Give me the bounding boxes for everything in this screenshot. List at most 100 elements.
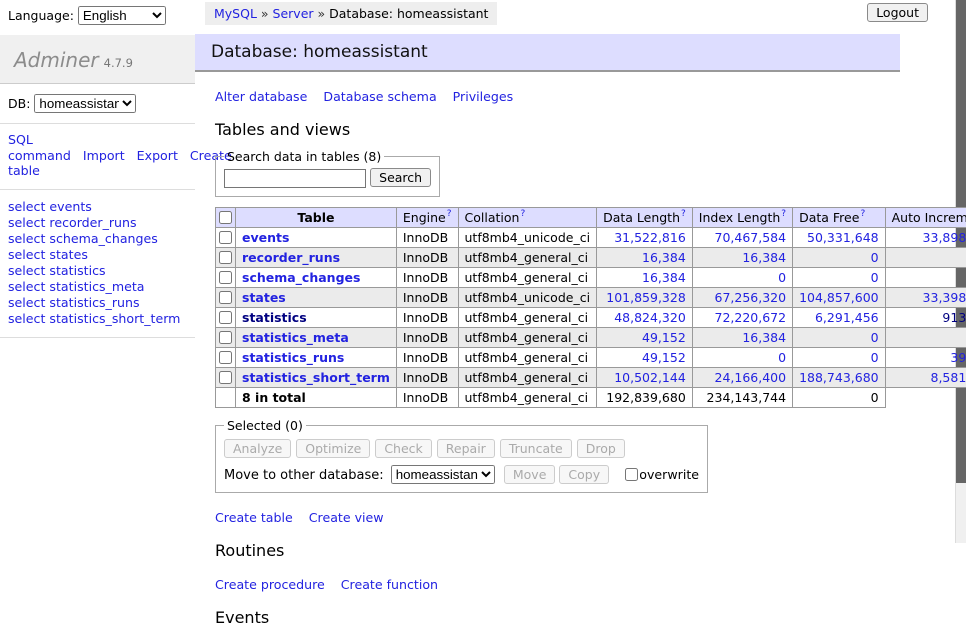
create-link[interactable]: Create table bbox=[215, 510, 293, 525]
db-select[interactable]: homeassistant bbox=[34, 94, 136, 113]
value-link[interactable]: 0 bbox=[799, 270, 879, 285]
value-link[interactable]: 16,384 bbox=[603, 270, 686, 285]
db-nav-link[interactable]: Database schema bbox=[323, 89, 436, 104]
table-header: TableEngine?Collation?Data Length?Index … bbox=[216, 207, 966, 227]
column-help-icon[interactable]: ? bbox=[520, 209, 525, 219]
table-name-link[interactable]: states bbox=[242, 290, 286, 305]
table-name-link[interactable]: schema_changes bbox=[242, 270, 360, 285]
language-select[interactable]: English bbox=[78, 6, 166, 25]
cell-index-length: 0 bbox=[692, 347, 792, 367]
value-link[interactable]: 16,384 bbox=[699, 330, 786, 345]
value-link[interactable]: 72,220,672 bbox=[699, 310, 786, 325]
table-name-link[interactable]: statistics_runs bbox=[242, 350, 344, 365]
row-checkbox[interactable] bbox=[219, 251, 232, 264]
sidebar-action-link[interactable]: Import bbox=[83, 148, 125, 163]
copy-button[interactable]: Copy bbox=[559, 465, 609, 484]
move-label: Move to other database: bbox=[224, 468, 384, 483]
sidebar-action-link[interactable]: Export bbox=[137, 148, 178, 163]
row-checkbox[interactable] bbox=[219, 331, 232, 344]
bulk-truncate-button[interactable]: Truncate bbox=[500, 439, 572, 458]
column-label: Engine bbox=[403, 210, 446, 225]
table-name-link[interactable]: statistics bbox=[242, 310, 307, 325]
db-nav-link[interactable]: Privileges bbox=[453, 89, 514, 104]
search-input[interactable] bbox=[224, 169, 366, 188]
sidebar-action-link[interactable]: SQL command bbox=[8, 132, 71, 163]
value-link[interactable]: 6 bbox=[892, 270, 966, 285]
value-link[interactable]: 16,384 bbox=[699, 250, 786, 265]
row-checkbox[interactable] bbox=[219, 271, 232, 284]
table-name-link[interactable]: recorder_runs bbox=[242, 250, 340, 265]
sidebar-table-link[interactable]: select statistics_meta bbox=[8, 279, 187, 295]
select-all-checkbox[interactable] bbox=[219, 211, 232, 224]
column-help-icon[interactable]: ? bbox=[447, 209, 452, 219]
move-button[interactable]: Move bbox=[504, 465, 556, 484]
value-link[interactable]: 325 bbox=[892, 330, 966, 345]
column-help-icon[interactable]: ? bbox=[681, 209, 686, 219]
column-header-auto-increment: Auto Increment? bbox=[885, 207, 966, 227]
value-link[interactable]: 188,743,680 bbox=[799, 370, 879, 385]
value-link[interactable]: 101,859,328 bbox=[603, 290, 686, 305]
move-db-select[interactable]: homeassistant bbox=[391, 465, 495, 484]
sidebar-table-link[interactable]: select schema_changes bbox=[8, 231, 187, 247]
value-link[interactable]: 31,522,816 bbox=[603, 230, 686, 245]
bulk-drop-button[interactable]: Drop bbox=[577, 439, 625, 458]
value-link[interactable]: 33,398,984 bbox=[892, 290, 966, 305]
bulk-check-button[interactable]: Check bbox=[375, 439, 431, 458]
bulk-optimize-button[interactable]: Optimize bbox=[296, 439, 370, 458]
row-checkbox[interactable] bbox=[219, 231, 232, 244]
sidebar-table-link[interactable]: select statistics_runs bbox=[8, 295, 187, 311]
table-name-link[interactable]: statistics_meta bbox=[242, 330, 349, 345]
value-link[interactable]: 24,166,400 bbox=[699, 370, 786, 385]
value-link[interactable]: 70,467,584 bbox=[699, 230, 786, 245]
engine-cell: InnoDB bbox=[396, 307, 458, 327]
column-label: Auto Increment bbox=[892, 210, 966, 225]
overwrite-checkbox[interactable] bbox=[625, 468, 638, 481]
breadcrumb-item[interactable]: Server bbox=[273, 6, 314, 21]
value-link[interactable]: 0 bbox=[699, 350, 786, 365]
table-name-cell: recorder_runs bbox=[236, 247, 397, 267]
value-link[interactable]: 8,581,645 bbox=[892, 370, 966, 385]
sidebar-table-link[interactable]: select events bbox=[8, 199, 187, 215]
value-link[interactable]: 0 bbox=[799, 350, 879, 365]
collation-cell: utf8mb4_general_ci bbox=[458, 267, 597, 287]
search-button[interactable]: Search bbox=[370, 168, 431, 187]
value-link[interactable]: 49,152 bbox=[603, 350, 686, 365]
db-nav-link[interactable]: Alter database bbox=[215, 89, 307, 104]
value-link[interactable]: 48,824,320 bbox=[603, 310, 686, 325]
table-name-cell: statistics bbox=[236, 307, 397, 327]
value-link[interactable]: 67,256,320 bbox=[699, 290, 786, 305]
breadcrumb-item[interactable]: MySQL bbox=[214, 6, 257, 21]
value-link[interactable]: 39,999 bbox=[892, 350, 966, 365]
value-link[interactable]: 378 bbox=[892, 250, 966, 265]
value-link[interactable]: 10,502,144 bbox=[603, 370, 686, 385]
sidebar-table-link[interactable]: select statistics bbox=[8, 263, 187, 279]
row-checkbox[interactable] bbox=[219, 371, 232, 384]
logout-button[interactable]: Logout bbox=[867, 3, 928, 22]
sidebar-table-link[interactable]: select recorder_runs bbox=[8, 215, 187, 231]
bulk-analyze-button[interactable]: Analyze bbox=[224, 439, 291, 458]
value-link[interactable]: 0 bbox=[699, 270, 786, 285]
bulk-repair-button[interactable]: Repair bbox=[437, 439, 495, 458]
table-name-link[interactable]: statistics_short_term bbox=[242, 370, 390, 385]
sidebar-table-link[interactable]: select statistics_short_term bbox=[8, 311, 187, 327]
routine-link[interactable]: Create function bbox=[341, 577, 438, 592]
value-link[interactable]: 33,898,196 bbox=[892, 230, 966, 245]
value-link[interactable]: 913,577 bbox=[892, 310, 966, 325]
table-name-link[interactable]: events bbox=[242, 230, 289, 245]
value-link[interactable]: 6,291,456 bbox=[799, 310, 879, 325]
value-link[interactable]: 49,152 bbox=[603, 330, 686, 345]
value-link[interactable]: 0 bbox=[799, 330, 879, 345]
row-checkbox[interactable] bbox=[219, 311, 232, 324]
value-link[interactable]: 16,384 bbox=[603, 250, 686, 265]
routine-link[interactable]: Create procedure bbox=[215, 577, 325, 592]
row-checkbox[interactable] bbox=[219, 291, 232, 304]
sidebar-table-link[interactable]: select states bbox=[8, 247, 187, 263]
column-help-icon[interactable]: ? bbox=[860, 209, 865, 219]
value-link[interactable]: 104,857,600 bbox=[799, 290, 879, 305]
column-help-icon[interactable]: ? bbox=[781, 209, 786, 219]
value-link[interactable]: 50,331,648 bbox=[799, 230, 879, 245]
sidebar-actions: SQL commandImportExportCreate table bbox=[0, 124, 195, 190]
create-link[interactable]: Create view bbox=[309, 510, 384, 525]
row-checkbox[interactable] bbox=[219, 351, 232, 364]
value-link[interactable]: 0 bbox=[799, 250, 879, 265]
